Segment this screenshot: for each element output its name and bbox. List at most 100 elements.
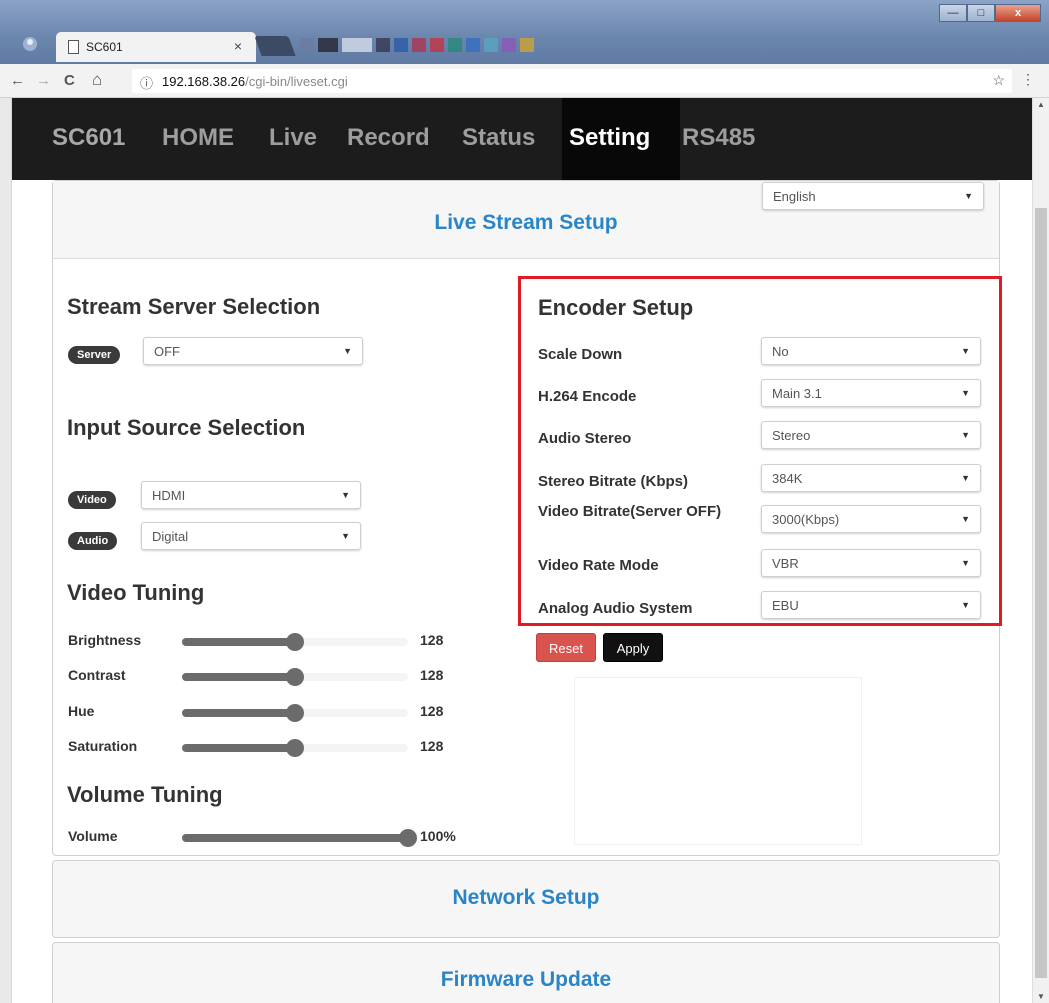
nav-status[interactable]: Status: [462, 124, 535, 152]
video-preview-area: [575, 678, 861, 844]
nav-home[interactable]: HOME: [162, 124, 234, 152]
contrast-label: Contrast: [68, 667, 126, 683]
address-bar[interactable]: ⓘ 192.168.38.26/cgi-bin/liveset.cgi: [132, 69, 1012, 93]
slider-handle[interactable]: [286, 739, 304, 757]
scroll-thumb[interactable]: [1035, 208, 1047, 978]
new-tab-button[interactable]: [254, 36, 296, 56]
brightness-slider[interactable]: [182, 633, 408, 651]
window-controls: — □ x: [939, 4, 1041, 22]
nav-live[interactable]: Live: [269, 124, 317, 152]
contrast-value: 128: [420, 667, 444, 683]
video-bitrate-select[interactable]: 3000(Kbps) ▼: [761, 505, 981, 533]
other-tabs-strip: [300, 38, 534, 56]
stereo-bitrate-value: 384K: [772, 471, 803, 486]
page-viewport: ▲ ▼ SC601 HOME Live Record Status Settin…: [0, 98, 1049, 1003]
input-source-heading: Input Source Selection: [67, 415, 306, 440]
reset-button[interactable]: Reset: [536, 633, 596, 662]
video-bitrate-label: Video Bitrate(Server OFF): [538, 503, 722, 520]
scroll-up-icon[interactable]: ▲: [1037, 100, 1045, 109]
slider-handle[interactable]: [286, 704, 304, 722]
server-badge: Server: [68, 346, 121, 364]
stream-server-heading: Stream Server Selection: [67, 294, 321, 319]
hue-value: 128: [420, 703, 444, 719]
h264-encode-value: Main 3.1: [772, 386, 822, 401]
nav-record[interactable]: Record: [347, 124, 430, 152]
h264-encode-label: H.264 Encode: [538, 388, 637, 405]
h264-encode-select[interactable]: Main 3.1 ▼: [761, 379, 981, 407]
volume-label: Volume: [68, 828, 118, 844]
scale-down-select[interactable]: No ▼: [761, 337, 981, 365]
top-navbar: SC601 HOME Live Record Status Setting RS…: [12, 98, 1032, 180]
server-select[interactable]: OFF ▼: [143, 337, 363, 365]
bookmark-star-icon[interactable]: ☆: [992, 72, 1005, 89]
contrast-slider[interactable]: [182, 668, 408, 686]
network-setup-title[interactable]: Network Setup: [53, 886, 999, 910]
page-scrollbar[interactable]: ▲ ▼: [1032, 98, 1049, 1003]
encoder-heading: Encoder Setup: [538, 295, 694, 320]
hue-label: Hue: [68, 703, 95, 719]
video-rate-mode-value: VBR: [772, 556, 799, 571]
slider-fill: [182, 673, 295, 681]
volume-tuning-heading: Volume Tuning: [67, 782, 223, 807]
brand-link[interactable]: SC601: [52, 124, 125, 152]
browser-profile-icon[interactable]: [22, 36, 38, 52]
chevron-down-icon: ▼: [343, 346, 352, 356]
slider-handle[interactable]: [286, 668, 304, 686]
stereo-bitrate-select[interactable]: 384K ▼: [761, 464, 981, 492]
maximize-button[interactable]: □: [967, 4, 995, 22]
chevron-down-icon: ▼: [961, 346, 970, 356]
reload-icon[interactable]: C: [64, 72, 75, 89]
video-rate-mode-select[interactable]: VBR ▼: [761, 549, 981, 577]
home-icon[interactable]: ⌂: [92, 70, 102, 90]
stereo-bitrate-label: Stereo Bitrate (Kbps): [538, 473, 689, 490]
firmware-update-panel[interactable]: Firmware Update: [52, 942, 1000, 1003]
analog-audio-select[interactable]: EBU ▼: [761, 591, 981, 619]
slider-handle[interactable]: [399, 829, 417, 847]
slider-fill: [182, 709, 295, 717]
audio-badge: Audio: [68, 532, 118, 550]
minimize-button[interactable]: —: [939, 4, 967, 22]
browser-toolbar: ← → C ⌂ ⓘ 192.168.38.26/cgi-bin/liveset.…: [0, 64, 1049, 98]
forward-icon[interactable]: →: [36, 72, 51, 89]
video-source-select[interactable]: HDMI ▼: [141, 481, 361, 509]
site-info-icon[interactable]: ⓘ: [140, 73, 153, 92]
page-icon: [68, 40, 79, 54]
volume-value: 100%: [420, 828, 456, 844]
video-bitrate-value: 3000(Kbps): [772, 512, 840, 527]
nav-rs485[interactable]: RS485: [682, 124, 755, 152]
chevron-down-icon: ▼: [341, 531, 350, 541]
slider-fill: [182, 834, 408, 842]
audio-stereo-select[interactable]: Stereo ▼: [761, 421, 981, 449]
audio-source-select[interactable]: Digital ▼: [141, 522, 361, 550]
analog-audio-value: EBU: [772, 598, 799, 613]
browser-menu-icon[interactable]: ⋮: [1021, 71, 1035, 88]
close-window-button[interactable]: x: [995, 4, 1041, 22]
browser-tab[interactable]: SC601 ×: [56, 32, 256, 62]
video-tuning-heading: Video Tuning: [67, 580, 205, 605]
audio-stereo-value: Stereo: [772, 428, 811, 443]
scroll-down-icon[interactable]: ▼: [1037, 992, 1045, 1001]
nav-setting[interactable]: Setting: [569, 124, 650, 152]
video-badge: Video: [68, 491, 116, 509]
saturation-slider[interactable]: [182, 739, 408, 757]
apply-button[interactable]: Apply: [603, 633, 663, 662]
live-stream-title[interactable]: Live Stream Setup: [53, 211, 999, 235]
window-titlebar: SC601 × — □ x: [0, 0, 1049, 64]
analog-audio-label: Analog Audio System: [538, 600, 693, 617]
video-rate-mode-label: Video Rate Mode: [538, 557, 659, 574]
chevron-down-icon: ▼: [961, 600, 970, 610]
url-host: 192.168.38.26: [162, 74, 246, 89]
language-select[interactable]: English ▼: [762, 182, 984, 210]
saturation-label: Saturation: [68, 738, 138, 754]
tab-title: SC601: [86, 40, 123, 54]
tab-close-icon[interactable]: ×: [234, 38, 242, 54]
slider-handle[interactable]: [286, 633, 304, 651]
firmware-update-title[interactable]: Firmware Update: [53, 968, 999, 992]
chevron-down-icon: ▼: [961, 514, 970, 524]
network-setup-panel[interactable]: Network Setup: [52, 860, 1000, 938]
hue-slider[interactable]: [182, 704, 408, 722]
back-icon[interactable]: ←: [10, 72, 25, 89]
url-path: /cgi-bin/liveset.cgi: [245, 74, 348, 89]
brightness-value: 128: [420, 632, 444, 648]
volume-slider[interactable]: [182, 829, 417, 847]
